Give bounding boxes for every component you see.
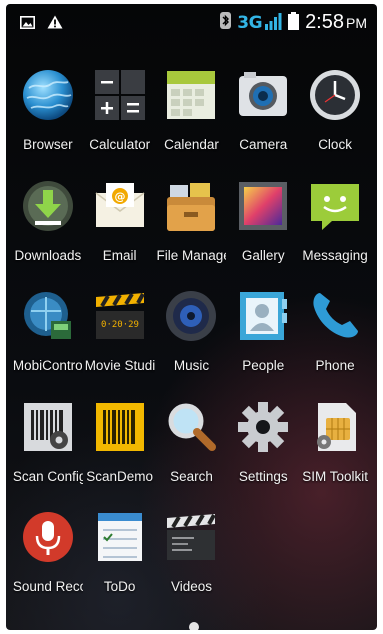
app-label: Search: [170, 468, 213, 484]
time-value: 2:58: [305, 11, 344, 33]
browser-icon: [21, 68, 75, 122]
gallery-icon: [236, 179, 290, 233]
app-label: Videos: [170, 579, 212, 594]
app-mobicontrol[interactable]: MobiControl: [12, 287, 84, 398]
app-file-manager[interactable]: File Manage: [156, 177, 228, 288]
app-email[interactable]: @ Email: [84, 177, 156, 288]
warning-icon: [47, 14, 63, 33]
app-label: File Manage: [156, 247, 227, 263]
app-clock[interactable]: Clock: [299, 66, 371, 177]
time-ampm: PM: [346, 15, 367, 31]
app-label: Gallery: [241, 247, 285, 263]
bluetooth-icon: [220, 12, 232, 33]
battery-icon: [288, 11, 300, 34]
network-type: 3G: [237, 12, 263, 33]
signal-icon: [264, 12, 282, 34]
app-label: Settings: [238, 468, 288, 484]
app-messaging[interactable]: Messaging: [299, 177, 371, 288]
app-grid: Browser Calculator Calendar Camera Clock…: [12, 66, 371, 619]
app-camera[interactable]: Camera: [227, 66, 299, 177]
downloads-icon: [21, 179, 75, 233]
page-indicator-dot: [189, 622, 199, 630]
app-label: Camera: [239, 137, 288, 152]
app-movie-studio[interactable]: 0·20·29 Movie Studio: [84, 287, 156, 398]
app-scan-config[interactable]: Scan Config: [12, 398, 84, 509]
system-status: 3G 2:58 PM: [220, 11, 367, 34]
people-icon: [236, 289, 290, 343]
app-label: People: [242, 358, 285, 373]
videos-icon: [164, 510, 218, 564]
sound-recorder-icon: [21, 510, 75, 564]
app-label: MobiControl: [12, 358, 83, 373]
calculator-icon: [93, 68, 147, 122]
search-icon: [164, 400, 218, 454]
clock-icon: [308, 68, 362, 122]
notification-icons: [20, 14, 63, 33]
image-notification-icon: [20, 14, 35, 33]
app-calculator[interactable]: Calculator: [84, 66, 156, 177]
app-label: Music: [173, 358, 210, 373]
music-icon: [164, 289, 218, 343]
app-label: SIM Toolkit: [302, 468, 368, 484]
app-label: Movie Studio: [84, 358, 155, 373]
app-label: Browser: [23, 137, 73, 152]
scan-config-icon: [21, 400, 75, 454]
app-people[interactable]: People: [227, 287, 299, 398]
app-label: Messaging: [302, 247, 368, 263]
calendar-icon: [164, 68, 218, 122]
app-drawer-screen: 3G 2:58 PM Browser Calculator Calendar C…: [6, 4, 377, 630]
app-todo[interactable]: ToDo: [84, 508, 156, 619]
app-phone[interactable]: Phone: [299, 287, 371, 398]
app-sim-toolkit[interactable]: SIM Toolkit: [299, 398, 371, 509]
scan-demo-icon: [93, 400, 147, 454]
app-label: Email: [102, 247, 137, 263]
app-music[interactable]: Music: [156, 287, 228, 398]
app-calendar[interactable]: Calendar: [156, 66, 228, 177]
app-label: Scan Config: [12, 468, 83, 484]
app-scan-demo[interactable]: ScanDemo: [84, 398, 156, 509]
app-sound-recorder[interactable]: Sound Reco: [12, 508, 84, 619]
app-search[interactable]: Search: [156, 398, 228, 509]
app-settings[interactable]: Settings: [227, 398, 299, 509]
file-manager-icon: [164, 179, 218, 233]
app-videos[interactable]: Videos: [156, 508, 228, 619]
app-label: Downloads: [14, 247, 82, 263]
app-label: Phone: [315, 358, 355, 373]
app-label: Calculator: [89, 137, 151, 152]
app-label: Calendar: [164, 137, 219, 152]
todo-icon: [93, 510, 147, 564]
clock-time: 2:58 PM: [305, 11, 367, 34]
svg-text:@: @: [114, 190, 125, 203]
app-label: ScanDemo: [86, 468, 154, 484]
svg-text:0·20·29: 0·20·29: [101, 320, 139, 330]
mobicontrol-icon: [21, 289, 75, 343]
app-label: Sound Reco: [12, 579, 83, 594]
app-gallery[interactable]: Gallery: [227, 177, 299, 288]
settings-icon: [236, 400, 290, 454]
app-label: Clock: [318, 137, 352, 152]
status-bar: 3G 2:58 PM: [6, 4, 377, 40]
movie-studio-icon: 0·20·29: [93, 289, 147, 343]
app-downloads[interactable]: Downloads: [12, 177, 84, 288]
sim-toolkit-icon: [308, 400, 362, 454]
app-browser[interactable]: Browser: [12, 66, 84, 177]
email-icon: @: [93, 179, 147, 233]
messaging-icon: [308, 179, 362, 233]
phone-icon: [308, 289, 362, 343]
camera-icon: [236, 68, 290, 122]
app-label: ToDo: [103, 579, 136, 594]
